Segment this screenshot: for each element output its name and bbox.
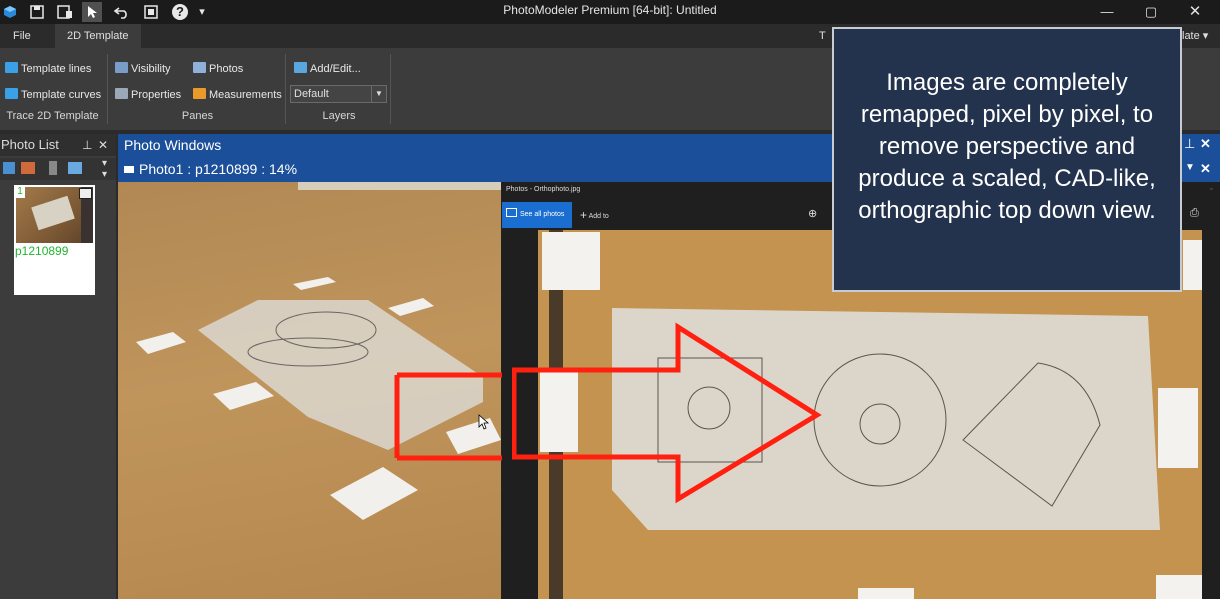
layer-select[interactable]: Default ▼ <box>290 85 387 103</box>
camera-icon <box>79 188 92 199</box>
ribbon-divider <box>285 54 286 124</box>
photo-list-pane: Photo List ⊥ ✕ ▾ ▾ 1 p1210899 <box>0 134 116 599</box>
window-title: PhotoModeler Premium [64-bit]: Untitled <box>503 3 717 17</box>
photo-windows-title: Photo Windows <box>124 137 222 153</box>
list-view-icon[interactable] <box>3 162 15 174</box>
gallery-icon <box>506 208 517 217</box>
tab-partial-right-label: late <box>1182 30 1200 42</box>
add-to-label: Add to <box>588 213 609 220</box>
template-curves-button[interactable]: Template curves <box>5 85 101 105</box>
template-curves-label: Template curves <box>21 89 102 101</box>
close-icon[interactable]: ✕ <box>1200 136 1211 152</box>
panes-group-label: Panes <box>181 110 214 122</box>
properties-label: Properties <box>131 89 182 101</box>
tab-partial-left[interactable]: T <box>815 24 830 48</box>
zoom-icon[interactable]: ⊕ <box>808 207 817 220</box>
thumbnail-size-icon[interactable] <box>68 162 82 174</box>
template-lines-button[interactable]: Template lines <box>5 59 91 79</box>
properties-icon <box>115 88 128 99</box>
add-edit-layers-button[interactable]: Add/Edit... <box>294 59 361 79</box>
red-arrow-tail <box>394 372 502 461</box>
photo-tab-label: Photo1 : p1210899 : 14% <box>139 161 298 177</box>
photo-list-toolbar: ▾ ▾ <box>0 158 116 180</box>
photos-icon <box>193 62 206 73</box>
measurements-button[interactable]: Measurements <box>193 85 282 105</box>
print-icon[interactable]: ⎙ <box>1190 207 1199 220</box>
thumbnail-sheet <box>31 195 75 231</box>
measurements-icon <box>193 88 206 99</box>
close-icon[interactable]: ✕ <box>98 134 108 156</box>
template-curves-icon <box>5 88 18 99</box>
red-arrow-icon <box>512 322 822 504</box>
visibility-label: Visibility <box>131 63 171 75</box>
overflow-chevron-icon[interactable]: ▾ ▾ <box>102 158 107 180</box>
tab-2d-template[interactable]: 2D Template <box>55 24 141 48</box>
photo-number: 1 <box>15 186 25 198</box>
close-icon[interactable]: ✕ <box>1200 161 1211 177</box>
sort-icon[interactable] <box>21 162 35 174</box>
pin-icon[interactable]: ⊥ <box>82 134 92 156</box>
plus-icon: + <box>580 208 588 222</box>
see-all-label: See all photos <box>520 211 565 218</box>
ribbon-divider <box>390 54 391 124</box>
layers-icon <box>294 62 307 73</box>
minimize-button[interactable]: — <box>1085 0 1129 24</box>
visibility-button[interactable]: Visibility <box>115 59 171 79</box>
filter-icon[interactable] <box>49 161 57 175</box>
callout-box: Images are completely remapped, pixel by… <box>832 27 1182 292</box>
visibility-icon <box>115 62 128 73</box>
restore-icon[interactable]: ▫ <box>1210 186 1212 193</box>
title-bar: ? ▾ PhotoModeler Premium [64-bit]: Untit… <box>0 0 1220 24</box>
tab-partial-right[interactable]: late ▾ <box>1178 24 1212 48</box>
close-window-button[interactable]: ✕ <box>1173 0 1217 24</box>
ribbon-divider <box>107 54 108 124</box>
template-lines-label: Template lines <box>21 63 92 75</box>
photo-list-title: Photo List <box>1 137 59 152</box>
photos-pane-button[interactable]: Photos <box>193 59 243 79</box>
add-edit-label: Add/Edit... <box>310 63 361 75</box>
chevron-down-icon: ▼ <box>371 86 386 102</box>
pin-icon[interactable]: ⊥ <box>1184 136 1195 152</box>
tab-file[interactable]: File <box>1 24 43 48</box>
photo-list-header: Photo List ⊥ ✕ <box>0 134 116 156</box>
ortho-viewer-title: Photos - Orthophoto.jpg <box>506 186 581 193</box>
mouse-cursor-icon <box>478 414 490 430</box>
see-all-photos-button[interactable]: See all photos <box>502 202 572 228</box>
photo-thumbnail[interactable]: 1 p1210899 <box>14 185 95 295</box>
photo-tab-icon <box>124 166 134 173</box>
add-to-button[interactable]: + Add to <box>580 202 609 228</box>
trace-group-label: Trace 2D Template <box>6 110 99 122</box>
maximize-button[interactable]: ▢ <box>1129 0 1173 24</box>
layer-select-value: Default <box>294 88 329 100</box>
photos-label: Photos <box>209 63 244 75</box>
photo-name: p1210899 <box>15 244 69 258</box>
properties-button[interactable]: Properties <box>115 85 181 105</box>
chevron-down-icon[interactable]: ▼ <box>1185 162 1195 173</box>
template-lines-icon <box>5 62 18 73</box>
photo-tab[interactable]: Photo1 : p1210899 : 14% <box>124 161 297 177</box>
layers-group-label: Layers <box>322 110 356 122</box>
measurements-label: Measurements <box>209 89 282 101</box>
